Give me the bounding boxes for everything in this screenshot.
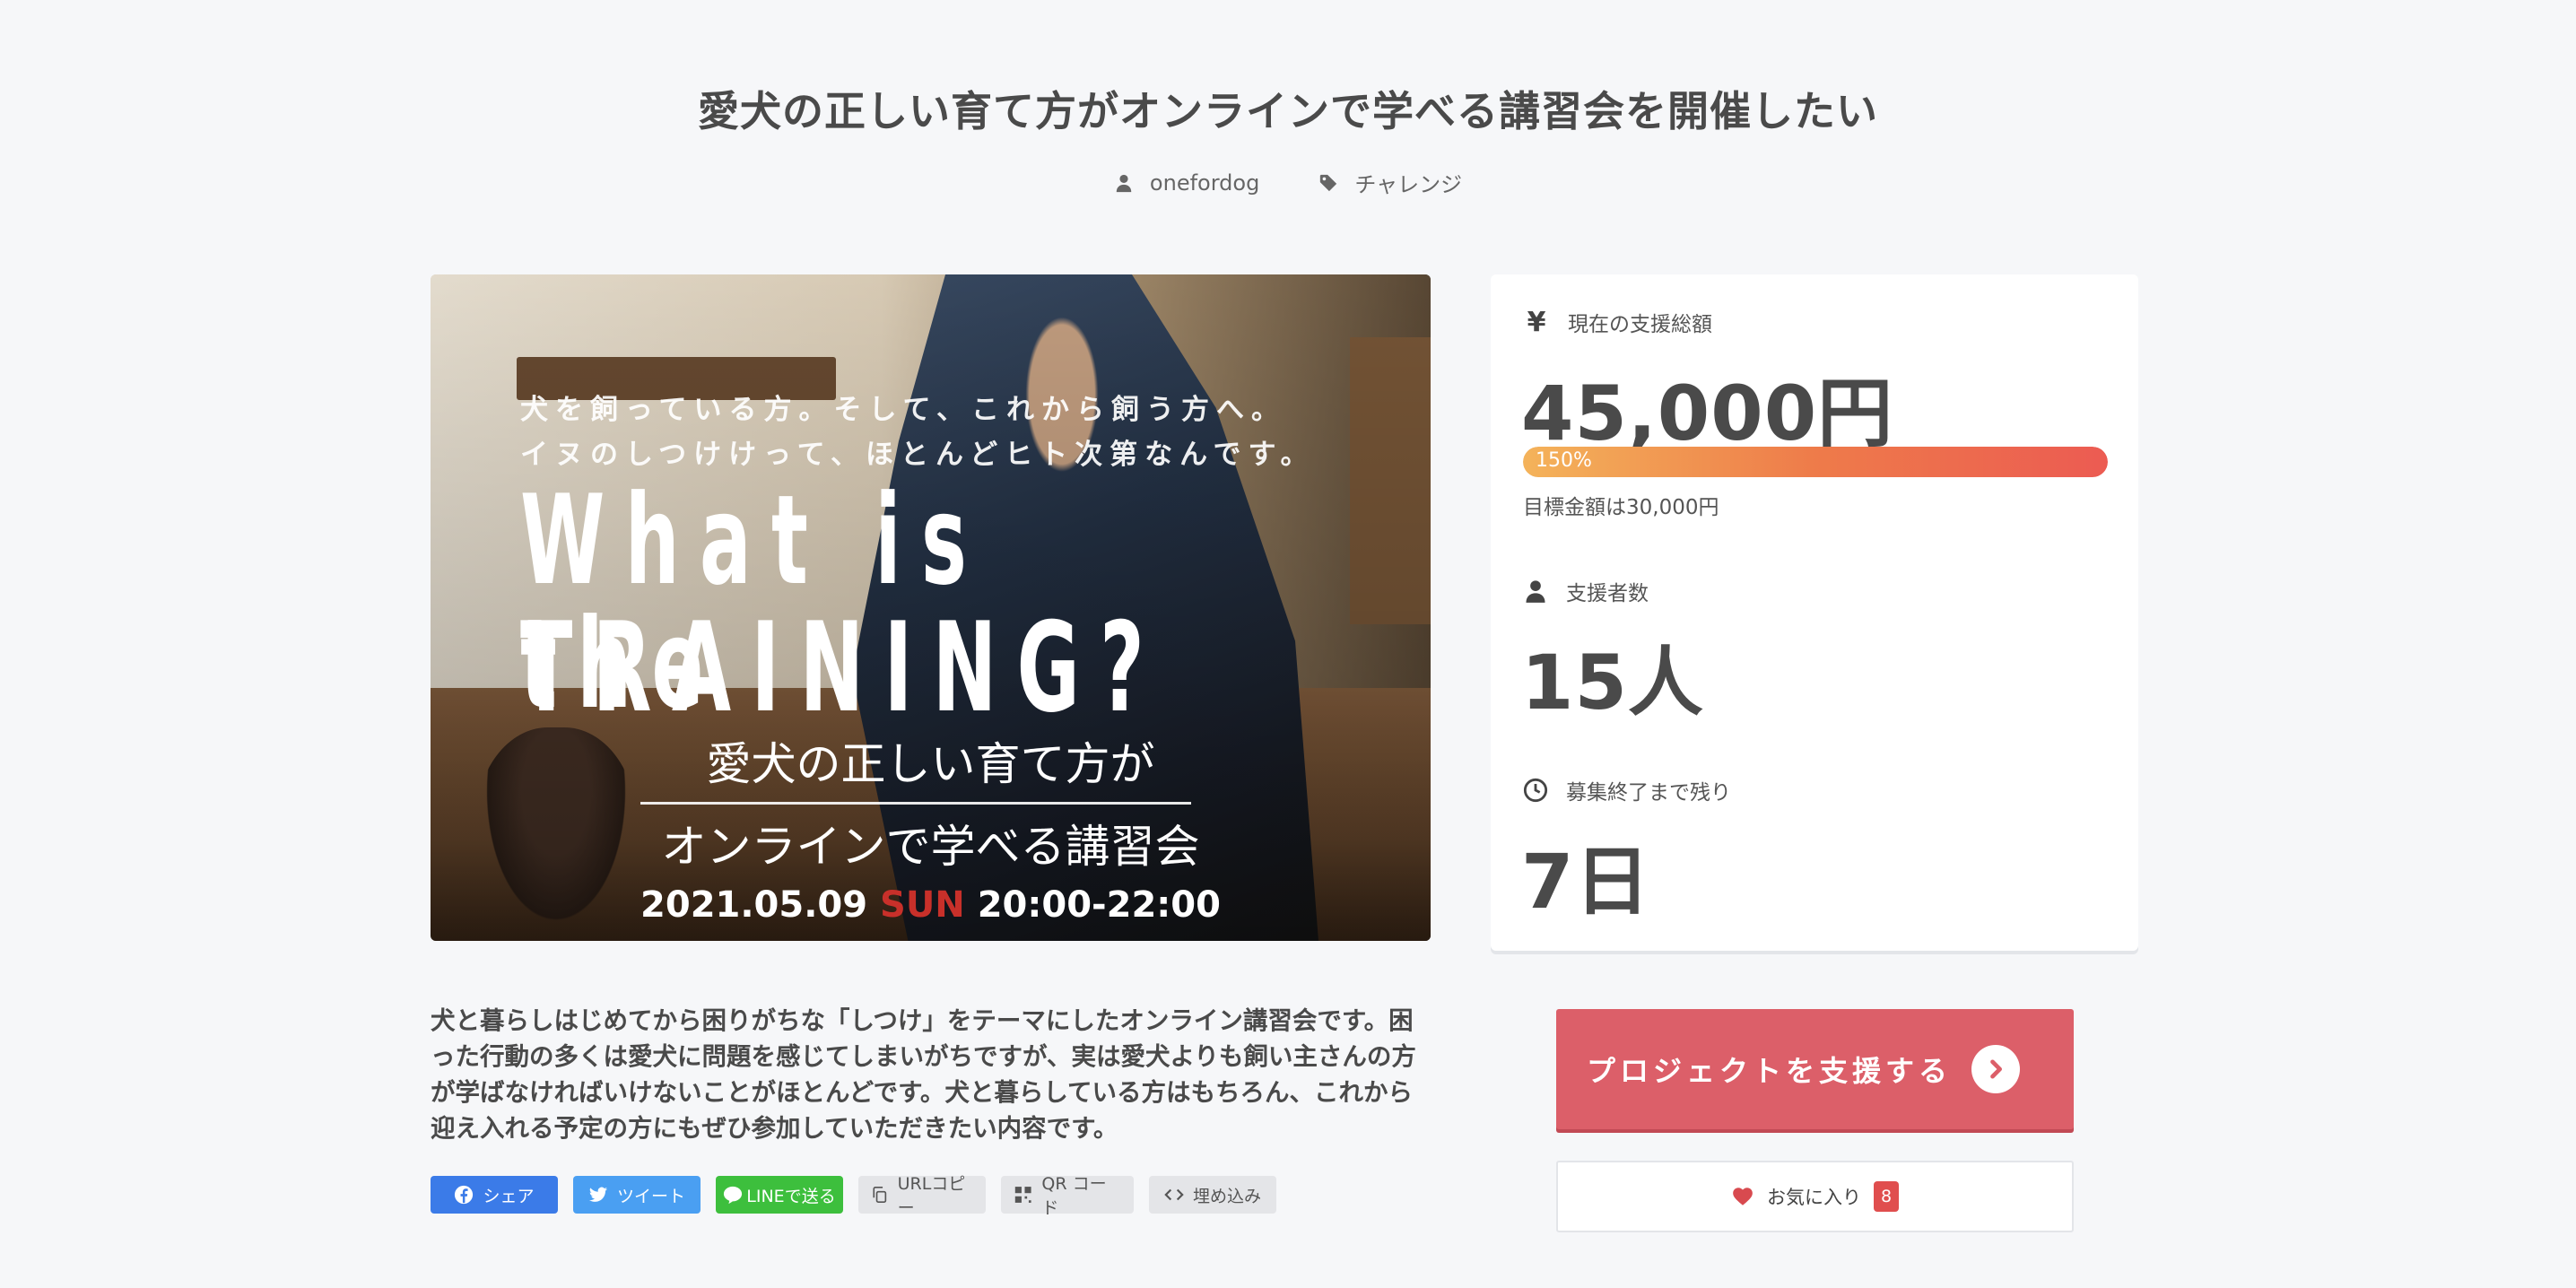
qr-code-button[interactable]: QR コード [1001,1174,1134,1218]
backers-label: 支援者数 [1523,576,1649,606]
copy-icon [873,1187,887,1203]
support-project-button[interactable]: プロジェクトを支援する [1556,1009,2074,1129]
hero-date: 2021.05.09 SUN 20:00-22:00 [640,884,1221,926]
category-name: チャレンジ [1354,172,1463,197]
category-link[interactable]: チャレンジ [1318,167,1462,198]
favorite-count-badge: 8 [1874,1181,1899,1212]
days-remaining: 7日 [1521,838,1651,926]
hero-subtitle-2: オンラインで学べる講習会 [661,821,1200,873]
favorite-button[interactable]: お気に入り 8 [1556,1161,2074,1232]
owner-link[interactable]: onefordog [1114,167,1259,198]
funding-stats-card: ¥ 現在の支援総額 45,000円 150% 目標金額は30,000円 支援者数… [1491,274,2138,951]
tag-icon [1320,174,1337,191]
copy-url-button[interactable]: URLコピー [858,1174,986,1218]
remaining-label: 募集終了まで残り [1523,775,1731,805]
code-icon [1164,1188,1184,1201]
facebook-share-button[interactable]: シェア [431,1176,558,1214]
progress-percent: 150% [1536,449,1592,472]
funding-progress-bar: 150% [1523,447,2108,477]
total-label: ¥ 現在の支援総額 [1523,306,1712,338]
total-amount: 45,000円 [1521,370,1894,457]
twitter-icon [588,1187,608,1202]
twitter-share-button[interactable]: ツイート [573,1176,701,1214]
hero-heading-2: TRAINING? [520,596,1165,740]
yen-icon: ¥ [1527,306,1546,338]
project-title: 愛犬の正しい育て方がオンラインで学べる講習会を開催したい [698,87,1878,135]
heart-icon [1733,1188,1753,1205]
hero-subtitle-1: 愛犬の正しい育て方が [706,738,1155,790]
qr-code-icon [1014,1187,1031,1203]
project-description: 犬と暮らしはじめてから困りがちな「しつけ」をテーマにしたオンライン講習会です。困… [431,1006,1416,1143]
facebook-icon [455,1185,474,1205]
chevron-right-icon [1971,1045,2020,1093]
owner-name: onefordog [1149,170,1260,196]
share-buttons: シェア ツイート LINEで送る URLコピー QR コード 埋め込み [431,1174,1276,1218]
line-icon [724,1186,743,1205]
project-meta: onefordog チャレンジ [0,167,2576,198]
line-share-button[interactable]: LINEで送る [716,1176,843,1214]
goal-amount: 目標金額は30,000円 [1523,496,1719,519]
hero-tagline: 犬を飼っている方。そして、これから飼う方へ。 イヌのしつけけって、ほとんどヒト次… [520,394,1316,471]
project-hero-image: 犬を飼っている方。そして、これから飼う方へ。 イヌのしつけけって、ほとんどヒト次… [431,274,1431,941]
user-icon [1116,174,1132,192]
embed-button[interactable]: 埋め込み [1149,1176,1276,1214]
backers-count: 15人 [1521,639,1704,727]
favorite-label: お気に入り [1767,1187,1861,1208]
support-button-label: プロジェクトを支援する [1587,1054,1953,1088]
clock-icon [1523,778,1548,803]
user-icon [1526,580,1545,603]
